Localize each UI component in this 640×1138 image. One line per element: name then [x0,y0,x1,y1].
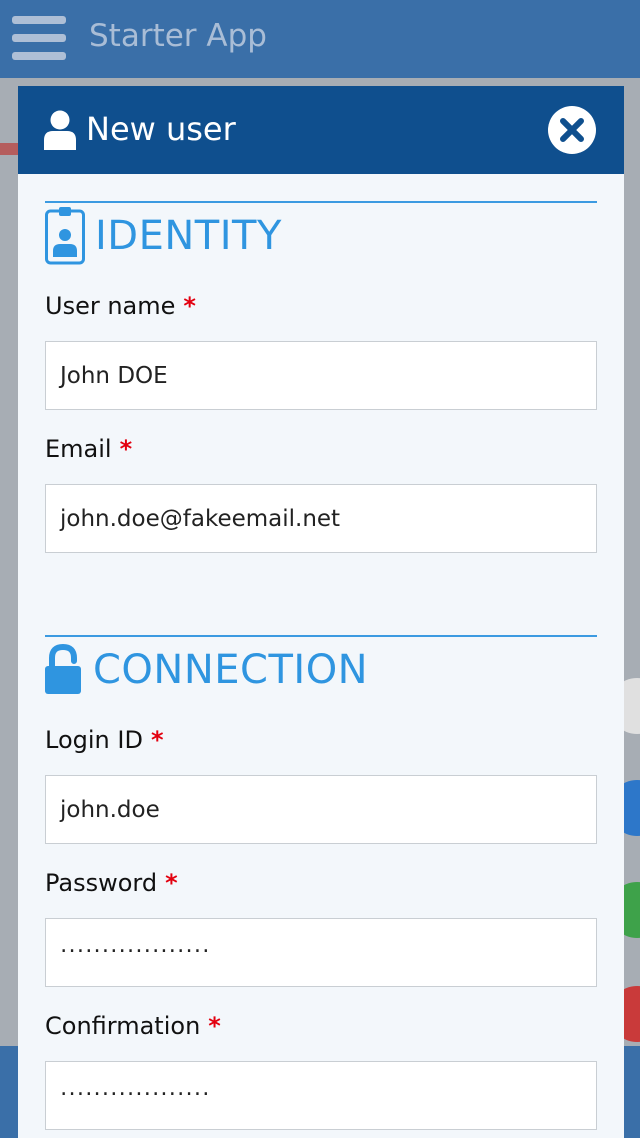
confirmation-input[interactable]: ․․․․․․․․․․․․․․․․․․ [45,1061,597,1130]
username-input[interactable]: John DOE [45,341,597,410]
username-field: User name * John DOE [45,291,597,410]
username-label: User name * [45,291,597,321]
password-label-text: Password [45,869,158,897]
close-icon [560,118,584,142]
password-label: Password * [45,868,597,898]
login-label: Login ID * [45,725,597,755]
user-icon [44,110,76,150]
unlock-icon [45,644,81,694]
connection-section: CONNECTION Login ID * john.doe Password … [45,635,597,1130]
connection-header: CONNECTION [45,639,597,701]
required-marker: * [208,1012,221,1040]
email-field: Email * john.doe@fakeemail.net [45,434,597,553]
required-marker: * [150,726,164,754]
required-marker: * [183,292,196,320]
email-input[interactable]: john.doe@fakeemail.net [45,484,597,553]
section-divider [45,635,597,637]
identity-title: IDENTITY [95,213,282,259]
email-label: Email * [45,434,597,464]
login-input[interactable]: john.doe [45,775,597,844]
password-field: Password * ․․․․․․․․․․․․․․․․․․ [45,868,597,987]
close-button[interactable] [548,106,596,154]
login-label-text: Login ID [45,726,143,754]
app-bar: Starter App [0,0,640,78]
dialog-title: New user [86,110,236,148]
connection-title: CONNECTION [93,647,369,693]
password-input[interactable]: ․․․․․․․․․․․․․․․․․․ [45,918,597,987]
login-field: Login ID * john.doe [45,725,597,844]
new-user-dialog: New user IDENTITY User name * John DOE E… [18,86,624,1138]
confirmation-label-text: Confirmation [45,1012,201,1040]
dialog-header: New user [18,86,624,174]
username-label-text: User name [45,292,176,320]
section-divider [45,201,597,203]
required-marker: * [119,435,133,463]
identity-section: IDENTITY User name * John DOE Email * jo… [45,201,597,553]
app-title: Starter App [89,18,267,54]
identity-header: IDENTITY [45,205,597,267]
hamburger-icon[interactable] [12,16,66,60]
required-marker: * [165,869,178,897]
confirmation-field: Confirmation * ․․․․․․․․․․․․․․․․․․ [45,1011,597,1130]
background-accent [0,143,18,155]
confirmation-label: Confirmation * [45,1011,597,1041]
email-label-text: Email [45,435,112,463]
id-badge-icon [45,207,85,265]
